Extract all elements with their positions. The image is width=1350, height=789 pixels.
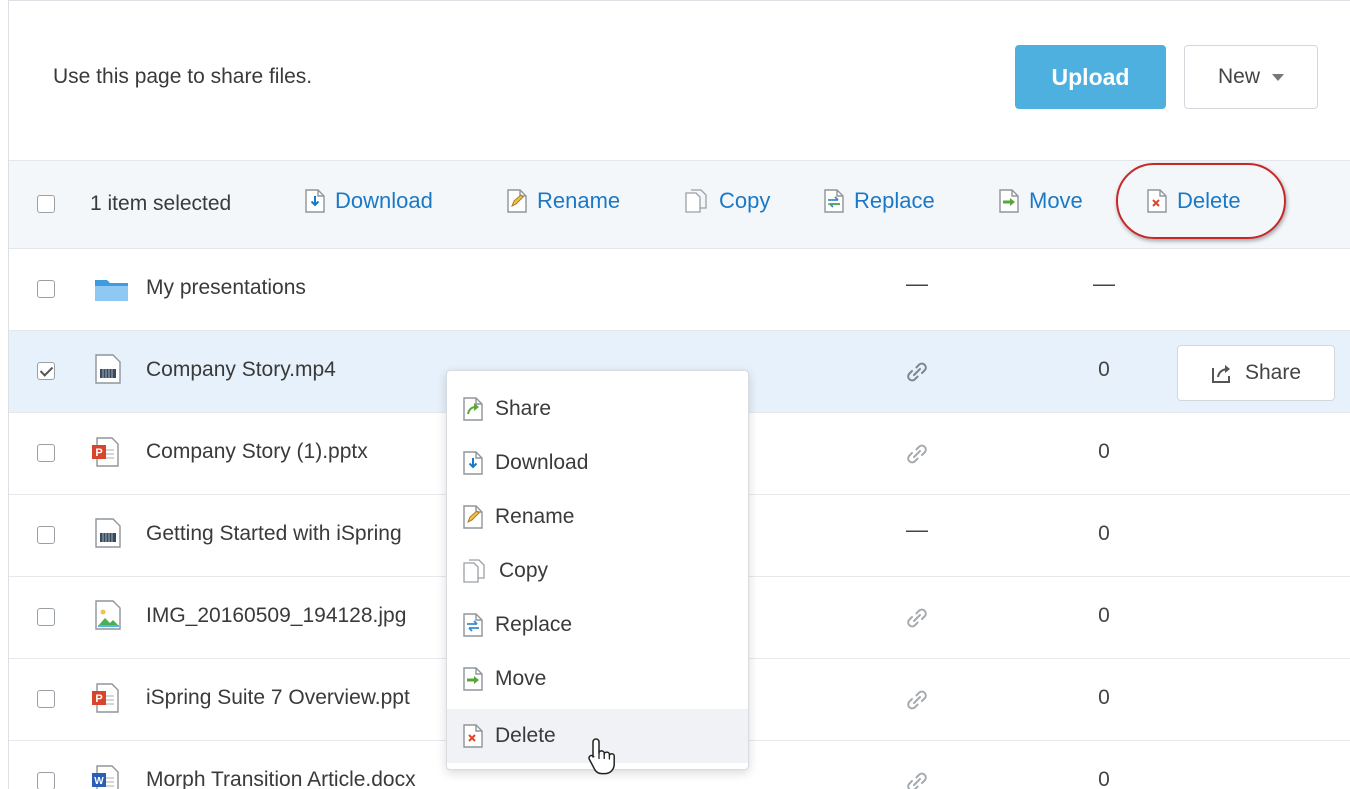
toolbar-replace-button[interactable]: Replace <box>824 188 935 214</box>
upload-label: Upload <box>1051 63 1130 90</box>
view-count: — <box>1093 271 1115 296</box>
toolbar-delete-label: Delete <box>1177 188 1241 213</box>
delete-icon <box>1147 189 1167 213</box>
new-dropdown-button[interactable]: New <box>1184 45 1318 109</box>
file-name[interactable]: Morph Transition Article.docx <box>146 768 416 789</box>
file-name[interactable]: Company Story (1).pptx <box>146 440 368 464</box>
toolbar-delete-button[interactable]: Delete <box>1147 188 1241 214</box>
link-icon[interactable] <box>901 684 933 716</box>
toolbar-replace-label: Replace <box>854 188 935 213</box>
image-file-icon <box>95 600 121 630</box>
row-checkbox[interactable] <box>37 690 55 708</box>
share-icon <box>463 397 483 421</box>
pptx-file-icon: P <box>92 683 119 713</box>
row-checkbox[interactable] <box>37 444 55 462</box>
toolbar-rename-button[interactable]: Rename <box>507 188 620 214</box>
replace-icon <box>824 189 844 213</box>
view-count: 0 <box>1098 604 1110 627</box>
context-menu-move-label: Move <box>495 667 547 690</box>
video-file-icon <box>95 354 121 384</box>
pptx-file-icon: P <box>92 437 119 467</box>
file-name[interactable]: Getting Started with iSpring <box>146 522 402 546</box>
chevron-down-icon <box>1272 73 1284 81</box>
context-menu-share-label: Share <box>495 397 552 420</box>
file-name[interactable]: iSpring Suite 7 Overview.ppt <box>146 686 410 710</box>
move-icon <box>463 667 483 691</box>
context-menu-rename[interactable]: Rename <box>447 490 748 544</box>
replace-icon <box>463 613 483 637</box>
link-icon[interactable] <box>901 602 933 634</box>
view-count: 0 <box>1098 358 1110 381</box>
rename-pencil-icon <box>463 505 483 529</box>
context-menu-replace-label: Replace <box>495 613 573 636</box>
view-count: 0 <box>1098 686 1110 709</box>
selected-count-text: 1 item selected <box>90 192 232 215</box>
select-all-checkbox[interactable] <box>37 195 55 213</box>
copy-icon <box>685 189 707 213</box>
rename-pencil-icon <box>507 189 527 213</box>
context-menu-move[interactable]: Move <box>447 652 748 706</box>
context-menu-share[interactable]: Share <box>447 382 748 436</box>
link-icon[interactable] <box>901 766 933 789</box>
row-checkbox[interactable] <box>37 362 55 380</box>
video-file-icon <box>95 518 121 548</box>
link-icon[interactable] <box>901 438 933 470</box>
context-menu-delete-label: Delete <box>495 724 556 747</box>
file-row[interactable]: My presentations — — <box>9 249 1350 331</box>
toolbar-move-button[interactable]: Move <box>999 188 1083 214</box>
toolbar-copy-button[interactable]: Copy <box>685 188 770 214</box>
context-menu-delete[interactable]: Delete <box>447 709 748 763</box>
context-menu-download[interactable]: Download <box>447 436 748 490</box>
copy-icon <box>463 559 485 583</box>
share-icon <box>1211 365 1230 383</box>
download-icon <box>463 451 483 475</box>
svg-text:W: W <box>94 776 104 787</box>
toolbar-rename-label: Rename <box>537 188 621 213</box>
file-name[interactable]: Company Story.mp4 <box>146 358 336 382</box>
context-menu-download-label: Download <box>495 451 589 474</box>
docx-file-icon: W <box>92 765 119 789</box>
row-checkbox[interactable] <box>37 526 55 544</box>
view-count: 0 <box>1098 768 1110 789</box>
page-intro-text: Use this page to share files. <box>53 65 313 88</box>
toolbar-move-label: Move <box>1029 188 1083 213</box>
row-checkbox[interactable] <box>37 608 55 626</box>
toolbar-download-label: Download <box>335 188 433 213</box>
file-name[interactable]: IMG_20160509_194128.jpg <box>146 604 406 628</box>
file-context-menu: Share Download Rename Copy Replace Move … <box>446 370 749 770</box>
toolbar-download-button[interactable]: Download <box>305 188 433 214</box>
context-menu-rename-label: Rename <box>495 505 575 528</box>
view-count: 0 <box>1098 522 1110 545</box>
download-icon <box>305 189 325 213</box>
selection-toolbar: 1 item selected Download Rename Copy Rep… <box>9 161 1350 249</box>
link-status: — <box>906 517 928 542</box>
move-icon <box>999 189 1019 213</box>
upload-button[interactable]: Upload <box>1015 45 1166 109</box>
svg-text:P: P <box>95 693 102 705</box>
share-button[interactable]: Share <box>1177 345 1335 401</box>
delete-icon <box>463 724 483 748</box>
share-label: Share <box>1244 361 1302 384</box>
context-menu-copy[interactable]: Copy <box>447 544 748 598</box>
page-header: Use this page to share files. Upload New <box>9 1 1350 161</box>
link-status: — <box>906 271 928 296</box>
link-icon[interactable] <box>901 356 933 388</box>
row-checkbox[interactable] <box>37 772 55 789</box>
folder-icon <box>95 280 128 301</box>
svg-text:P: P <box>95 447 102 459</box>
view-count: 0 <box>1098 440 1110 463</box>
file-name[interactable]: My presentations <box>146 276 306 300</box>
row-checkbox[interactable] <box>37 280 55 298</box>
new-label: New <box>1217 65 1260 88</box>
context-menu-copy-label: Copy <box>499 559 549 582</box>
context-menu-replace[interactable]: Replace <box>447 598 748 652</box>
toolbar-copy-label: Copy <box>719 188 771 213</box>
